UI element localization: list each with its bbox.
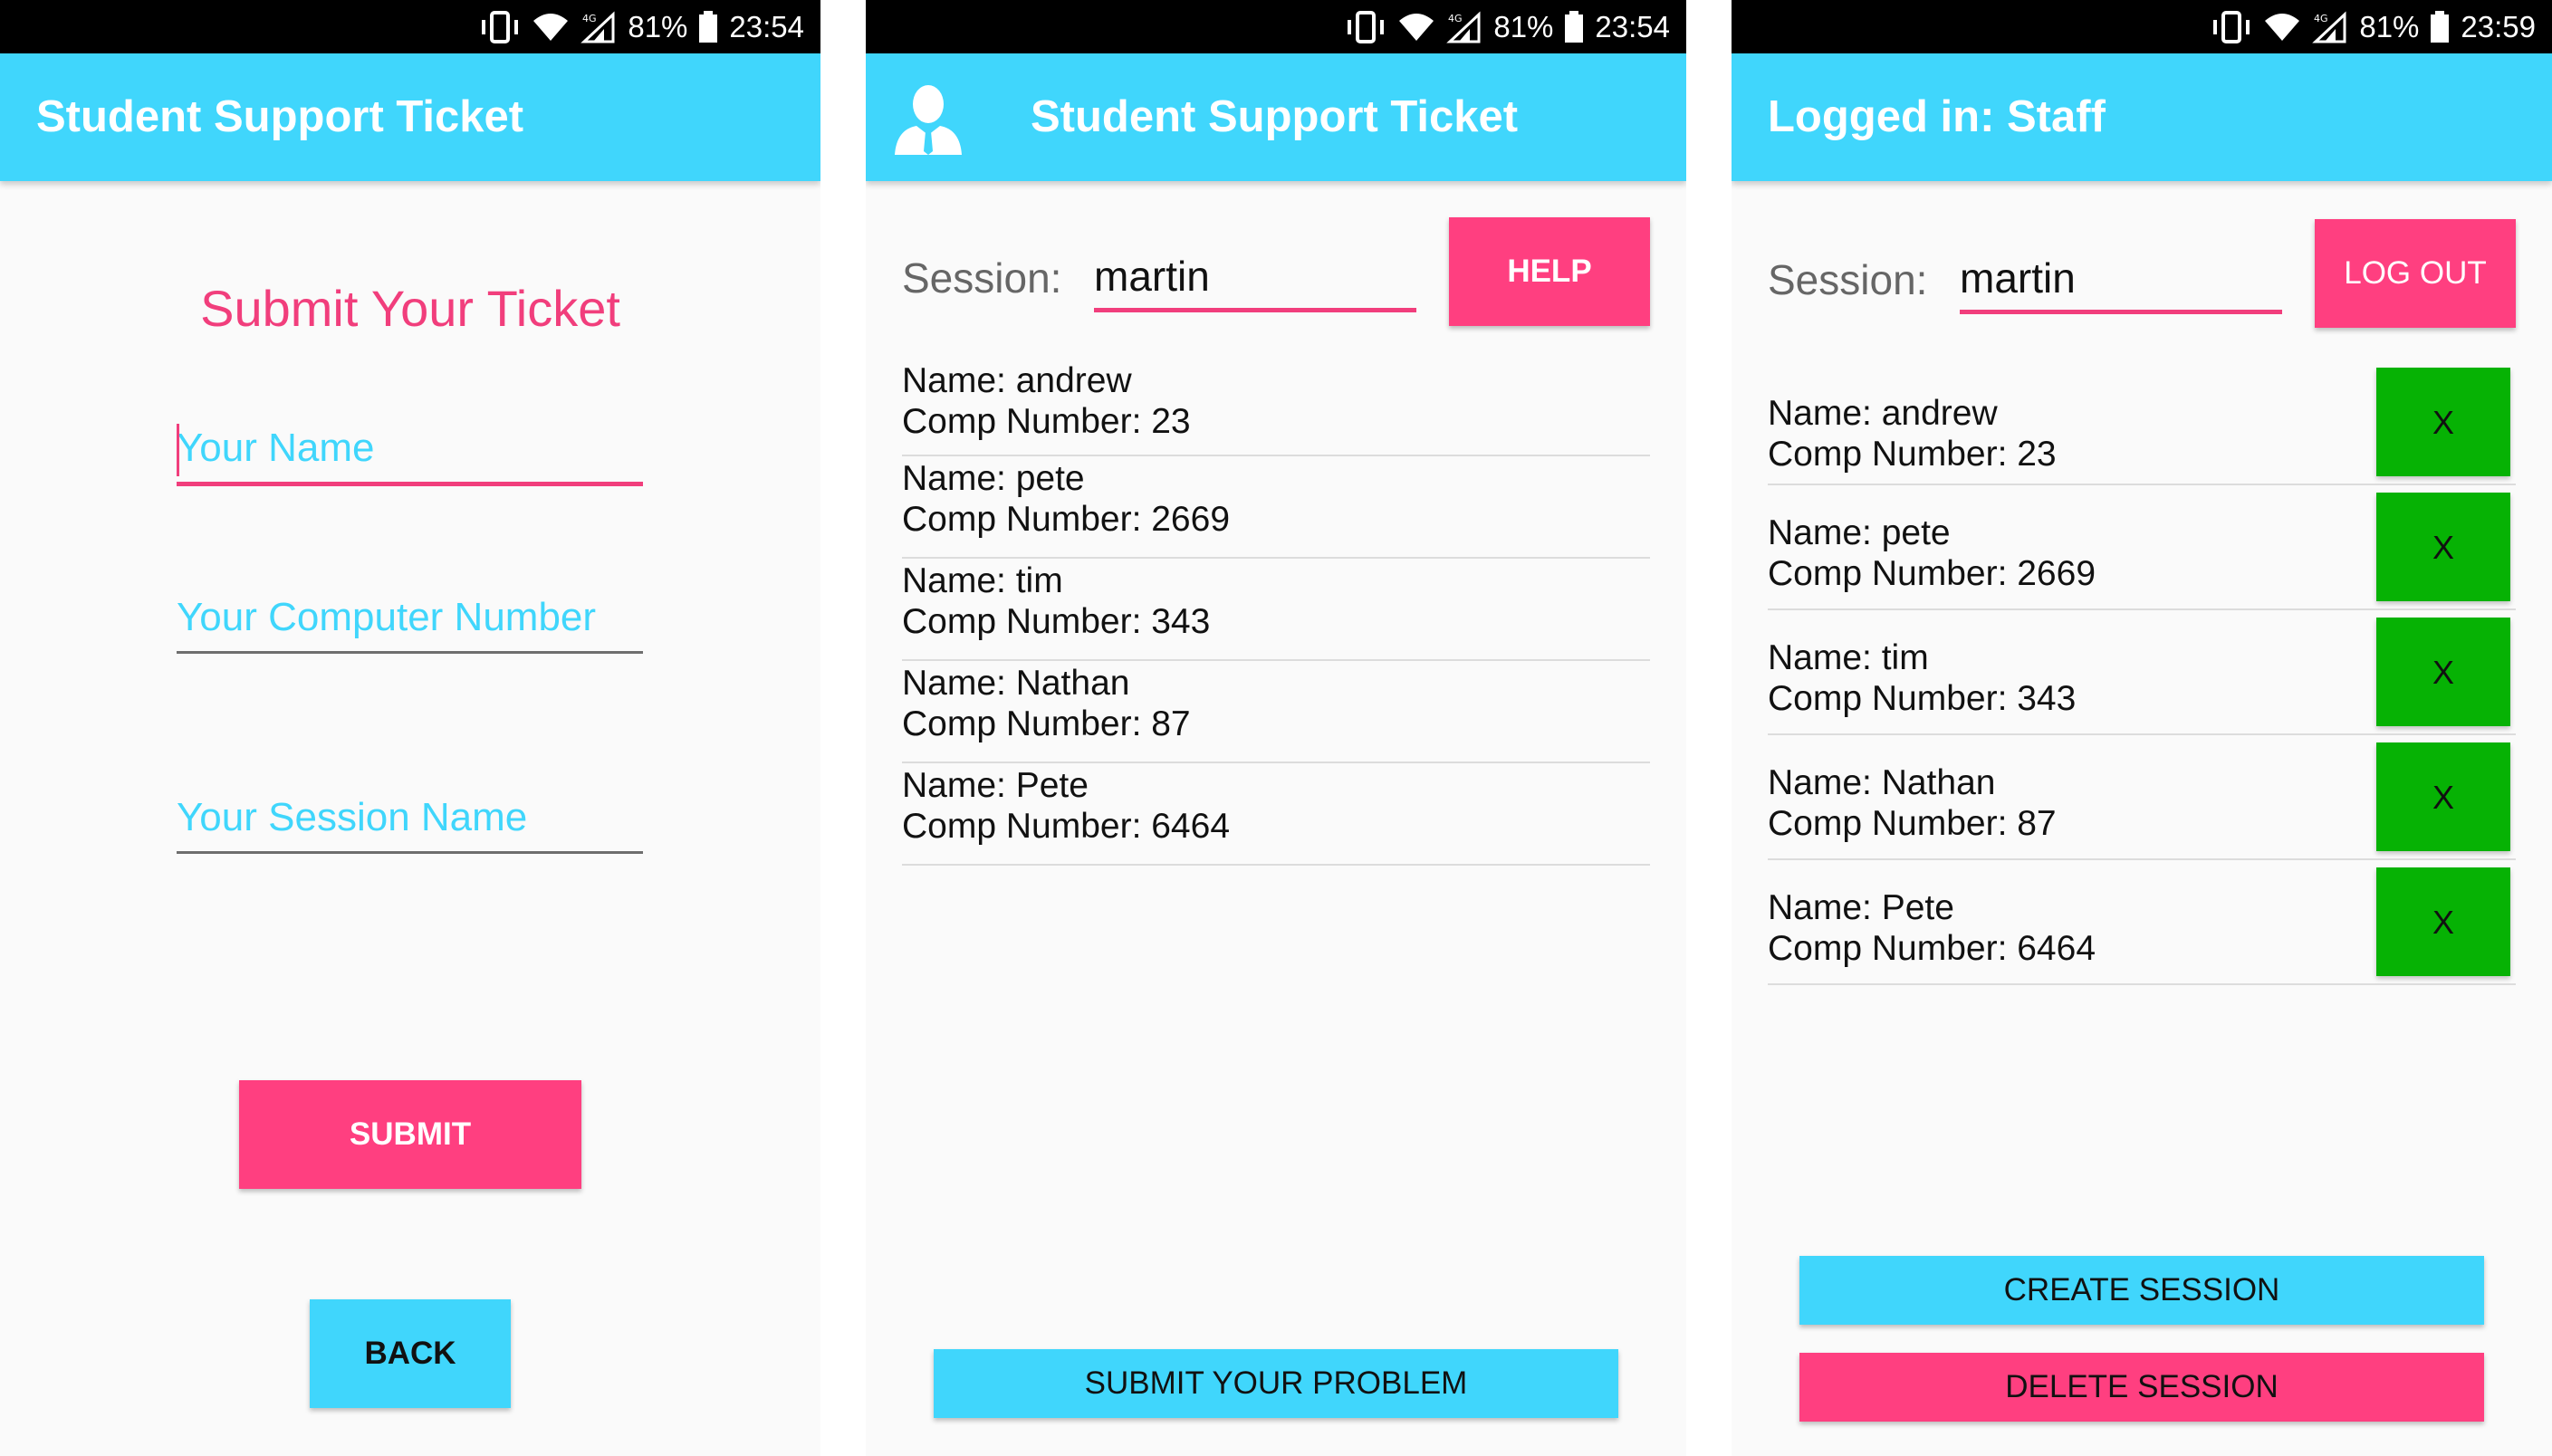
ticket-comp-number: Comp Number: 87: [902, 704, 1191, 743]
ticket-item[interactable]: Name: Nathan Comp Number: 87: [902, 661, 1650, 763]
ticket-comp-number: Comp Number: 6464: [902, 807, 1231, 846]
clock: 23:59: [2461, 10, 2536, 43]
status-bar: 4G 81% 23:59: [1732, 0, 2552, 53]
wifi-icon: [2265, 13, 2300, 41]
ticket-name: Name: pete: [902, 459, 1085, 498]
session-label: Session:: [902, 254, 1062, 302]
delete-session-button[interactable]: DELETE SESSION: [1799, 1353, 2484, 1422]
submit-problem-button[interactable]: SUBMIT YOUR PROBLEM: [934, 1349, 1618, 1418]
form-heading: Submit Your Ticket: [200, 280, 620, 337]
svg-text:4G: 4G: [582, 13, 597, 24]
remove-ticket-button[interactable]: X: [2376, 368, 2510, 476]
session-input[interactable]: martin: [1960, 246, 2282, 314]
ticket-comp-number: Comp Number: 2669: [902, 500, 1231, 539]
battery-icon: [699, 10, 718, 43]
student-session-screen: 4G 81% 23:54 Student Support Ticket Sess…: [866, 0, 1686, 1456]
ticket-item[interactable]: Name: Pete Comp Number: 6464: [902, 763, 1650, 866]
battery-percent: 81%: [1493, 10, 1554, 43]
signal-4g-icon: 4G: [2312, 11, 2346, 43]
create-session-button[interactable]: CREATE SESSION: [1799, 1256, 2484, 1325]
ticket-name: Name: Pete: [902, 766, 1089, 805]
wifi-icon: [1399, 13, 1434, 41]
log-out-button[interactable]: LOG OUT: [2315, 219, 2516, 328]
session-label: Session:: [1768, 256, 1928, 303]
computer-number-input[interactable]: Your Computer Number: [177, 584, 643, 654]
remove-ticket-button[interactable]: X: [2376, 618, 2510, 726]
remove-ticket-button[interactable]: X: [2376, 867, 2510, 976]
battery-icon: [2431, 10, 2450, 43]
ticket-name: Name: tim: [902, 561, 1063, 600]
clock: 23:54: [1595, 10, 1670, 43]
ticket-comp-number: Comp Number: 343: [902, 602, 1211, 641]
ticket-list: Name: andrew Comp Number: 23 Name: pete …: [902, 360, 1650, 866]
svg-text:4G: 4G: [1448, 13, 1463, 24]
vibrate-icon: [2213, 10, 2250, 43]
ticket-name: Name: andrew: [902, 361, 1132, 400]
remove-ticket-button[interactable]: X: [2376, 742, 2510, 851]
back-button[interactable]: BACK: [310, 1299, 511, 1408]
ticket-item[interactable]: Name: andrew Comp Number: 23 X: [1768, 368, 2516, 485]
battery-percent: 81%: [628, 10, 688, 43]
app-title: Logged in: Staff: [1768, 92, 2106, 141]
vibrate-icon: [482, 10, 519, 43]
staff-session-screen: 4G 81% 23:59 Logged in: Staff Session: m…: [1732, 0, 2552, 1456]
battery-icon: [1565, 10, 1584, 43]
submit-button[interactable]: SUBMIT: [239, 1080, 581, 1189]
status-bar: 4G 81% 23:54: [0, 0, 820, 53]
app-title: Student Support Ticket: [1031, 92, 1519, 141]
vibrate-icon: [1348, 10, 1385, 43]
ticket-item[interactable]: Name: andrew Comp Number: 23: [902, 360, 1650, 456]
ticket-comp-number: Comp Number: 23: [902, 402, 1191, 441]
app-title: Student Support Ticket: [36, 92, 524, 141]
name-input-placeholder: Your Name: [177, 426, 375, 470]
help-button[interactable]: HELP: [1449, 217, 1650, 326]
session-input[interactable]: martin: [1094, 244, 1416, 312]
ticket-list: Name: andrew Comp Number: 23 X Name: pet…: [1768, 368, 2516, 985]
ticket-item[interactable]: Name: Nathan Comp Number: 87 X: [1768, 735, 2516, 860]
signal-4g-icon: 4G: [1446, 11, 1481, 43]
ticket-item[interactable]: Name: tim Comp Number: 343: [902, 559, 1650, 661]
computer-number-placeholder: Your Computer Number: [177, 595, 597, 639]
status-bar: 4G 81% 23:54: [866, 0, 1686, 53]
app-bar: Logged in: Staff: [1732, 53, 2552, 181]
battery-percent: 81%: [2359, 10, 2420, 43]
name-input[interactable]: Your Name: [177, 415, 643, 486]
signal-4g-icon: 4G: [580, 11, 615, 43]
ticket-item[interactable]: Name: Pete Comp Number: 6464 X: [1768, 860, 2516, 985]
user-avatar-icon: [895, 85, 962, 155]
text-caret: [177, 424, 179, 476]
submit-ticket-screen: 4G 81% 23:54 Student Support Ticket Subm…: [0, 0, 820, 1456]
ticket-item[interactable]: Name: pete Comp Number: 2669 X: [1768, 485, 2516, 610]
ticket-item[interactable]: Name: pete Comp Number: 2669: [902, 456, 1650, 559]
app-bar: Student Support Ticket: [866, 53, 1686, 181]
wifi-icon: [533, 13, 569, 41]
session-name-placeholder: Your Session Name: [177, 795, 528, 839]
session-name-input[interactable]: Your Session Name: [177, 784, 643, 854]
clock: 23:54: [729, 10, 804, 43]
app-bar: Student Support Ticket: [0, 53, 820, 181]
ticket-name: Name: Nathan: [902, 664, 1130, 703]
svg-text:4G: 4G: [2314, 13, 2328, 24]
ticket-item[interactable]: Name: tim Comp Number: 343 X: [1768, 610, 2516, 735]
remove-ticket-button[interactable]: X: [2376, 493, 2510, 601]
